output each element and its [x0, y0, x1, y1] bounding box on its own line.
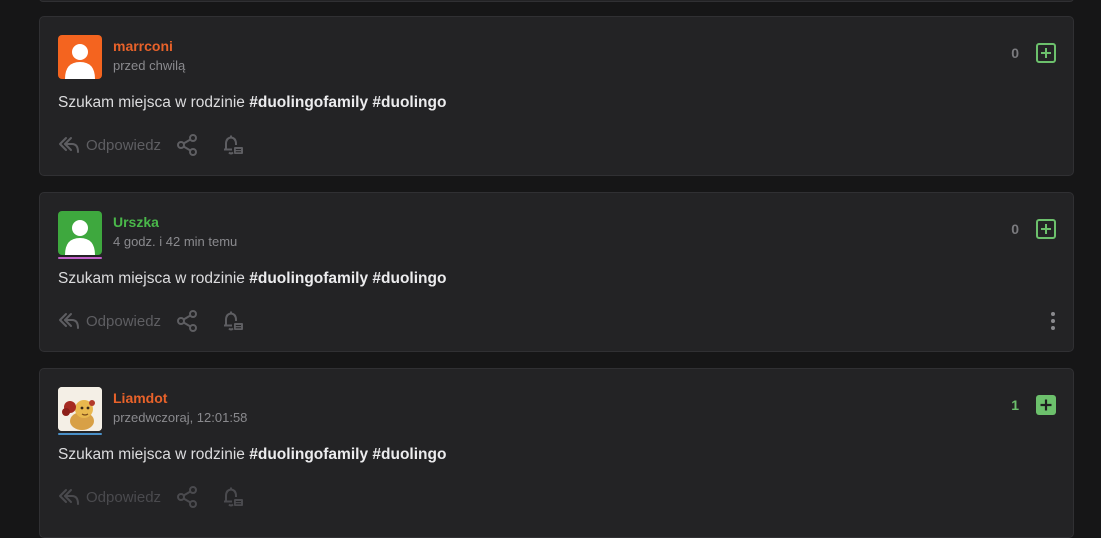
- share-button[interactable]: [175, 485, 199, 509]
- username[interactable]: marrconi: [113, 38, 173, 54]
- hashtag[interactable]: #duolingo: [372, 446, 446, 463]
- reply-icon: [59, 489, 79, 505]
- post-time: przed chwilą: [113, 58, 186, 73]
- more-options-button[interactable]: [1050, 310, 1056, 332]
- hashtag[interactable]: #duolingo: [372, 270, 446, 287]
- post-card: Urszka 4 godz. i 42 min temu Szukam miej…: [39, 192, 1074, 352]
- avatar[interactable]: [58, 387, 102, 431]
- username[interactable]: Liamdot: [113, 390, 167, 406]
- vote-count: 0: [1011, 45, 1019, 61]
- reply-button[interactable]: Odpowiedz: [58, 135, 161, 155]
- post-content: Szukam miejsca w rodzinie #duolingofamil…: [58, 270, 446, 288]
- more-vertical-icon: [1051, 312, 1055, 330]
- share-icon: [177, 486, 198, 508]
- post-time: 4 godz. i 42 min temu: [113, 234, 238, 249]
- post-text: Szukam miejsca w rodzinie: [58, 446, 250, 463]
- upvote-button[interactable]: [1036, 43, 1056, 63]
- vote-count: 0: [1011, 221, 1019, 237]
- post-time: przedwczoraj, 12:01:58: [113, 410, 248, 425]
- reply-icon: [59, 313, 79, 329]
- notify-button[interactable]: [221, 485, 245, 509]
- post-content: Szukam miejsca w rodzinie #duolingofamil…: [58, 446, 446, 464]
- username[interactable]: Urszka: [113, 214, 159, 230]
- hashtag[interactable]: #duolingofamily: [249, 94, 368, 111]
- avatar-underline: [58, 433, 102, 435]
- avatar-underline: [58, 257, 102, 259]
- post-actions: Odpowiedz: [58, 309, 245, 333]
- hashtag[interactable]: #duolingofamily: [249, 270, 368, 287]
- plus-square-icon: [1041, 48, 1051, 58]
- reply-button[interactable]: Odpowiedz: [58, 311, 161, 331]
- avatar[interactable]: [58, 211, 102, 255]
- post-text: Szukam miejsca w rodzinie: [58, 270, 250, 287]
- hashtag[interactable]: #duolingo: [372, 94, 446, 111]
- post-card: Liamdot przedwczoraj, 12:01:58 Szukam mi…: [39, 368, 1074, 538]
- post-actions: Odpowiedz: [58, 485, 245, 509]
- previous-post-card-edge: [39, 0, 1074, 2]
- post-card: marrconi przed chwilą Szukam miejsca w r…: [39, 16, 1074, 176]
- reply-button[interactable]: Odpowiedz: [58, 487, 161, 507]
- post-text: Szukam miejsca w rodzinie: [58, 94, 250, 111]
- hashtag[interactable]: #duolingofamily: [249, 446, 368, 463]
- post-content: Szukam miejsca w rodzinie #duolingofamil…: [58, 94, 446, 112]
- share-icon: [177, 134, 198, 156]
- plus-square-icon: [1041, 224, 1051, 234]
- plus-square-icon: [1040, 399, 1052, 411]
- notify-bell-icon: [224, 135, 244, 155]
- share-button[interactable]: [175, 309, 199, 333]
- reply-label: Odpowiedz: [86, 136, 162, 154]
- share-icon: [177, 310, 198, 332]
- reply-label: Odpowiedz: [86, 488, 162, 506]
- upvote-button[interactable]: [1036, 395, 1056, 415]
- notify-button[interactable]: [221, 309, 245, 333]
- notify-button[interactable]: [221, 133, 245, 157]
- reply-icon: [59, 137, 79, 153]
- avatar[interactable]: [58, 35, 102, 79]
- notify-bell-icon: [224, 311, 244, 331]
- post-actions: Odpowiedz: [58, 133, 245, 157]
- share-button[interactable]: [175, 133, 199, 157]
- upvote-button[interactable]: [1036, 219, 1056, 239]
- notify-bell-icon: [224, 487, 244, 507]
- reply-label: Odpowiedz: [86, 312, 162, 330]
- vote-count: 1: [1011, 397, 1019, 413]
